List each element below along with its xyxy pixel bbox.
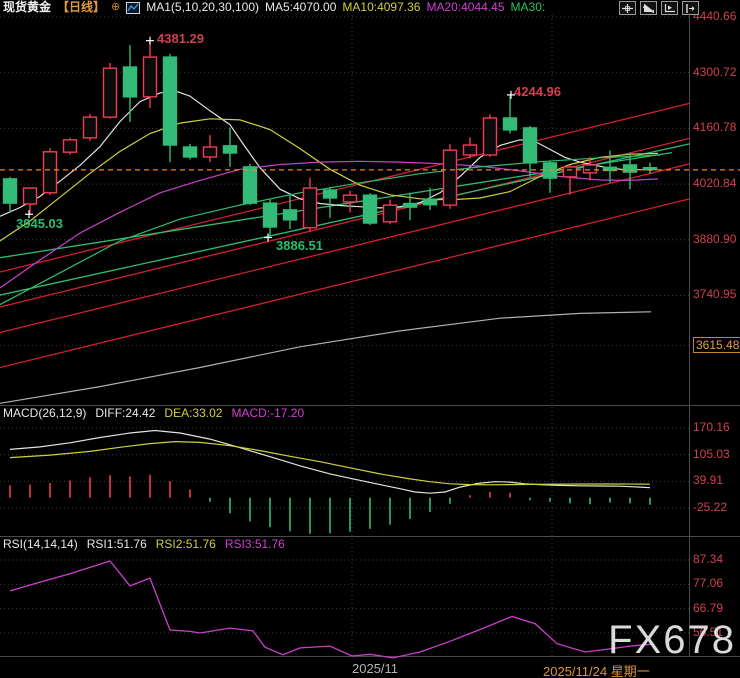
expand-icon[interactable]: ⊕ [111, 0, 120, 15]
axis-play-icon[interactable] [661, 1, 678, 15]
chart-type-icon[interactable] [126, 1, 141, 14]
macd-settings-label: MACD(26,12,9) [3, 406, 87, 420]
ma10-value: MA10:4097.36 [342, 0, 421, 14]
symbol-name: 现货黄金 [3, 0, 52, 14]
macd-macd-value: MACD:-17.20 [231, 406, 305, 420]
chart-toolbar [619, 1, 699, 15]
rsi1-value: RSI1:51.76 [86, 537, 147, 551]
macd-diff-value: DIFF:24.42 [95, 406, 156, 420]
rsi-title-row: RSI(14,14,14) RSI1:51.76 RSI2:51.76 RSI3… [3, 537, 285, 551]
period-label[interactable]: 【日线】 [57, 0, 105, 15]
exit-right-icon[interactable] [682, 1, 699, 15]
ma20-value: MA20:4044.45 [426, 0, 505, 14]
rsi-settings-label: RSI(14,14,14) [3, 537, 78, 551]
crosshair-icon[interactable] [619, 1, 636, 15]
ma5-value: MA5:4070.00 [265, 0, 337, 14]
chart-canvas[interactable] [0, 0, 740, 678]
rsi3-value: RSI3:51.76 [224, 537, 285, 551]
ma-settings-label: MA1(5,10,20,30,100) [146, 0, 259, 14]
macd-dea-value: DEA:33.02 [164, 406, 223, 420]
axis-scale-icon[interactable] [640, 1, 657, 15]
trading-chart-window: 现货黄金 【日线】 ⊕ MA1(5,10,20,30,100) MA5:4070.0… [0, 0, 740, 678]
rsi2-value: RSI2:51.76 [155, 537, 216, 551]
watermark: FX678 [608, 618, 736, 662]
macd-title-row: MACD(26,12,9) DIFF:24.42 DEA:33.02 MACD:… [3, 406, 304, 420]
ma30-value: MA30: [510, 0, 546, 14]
